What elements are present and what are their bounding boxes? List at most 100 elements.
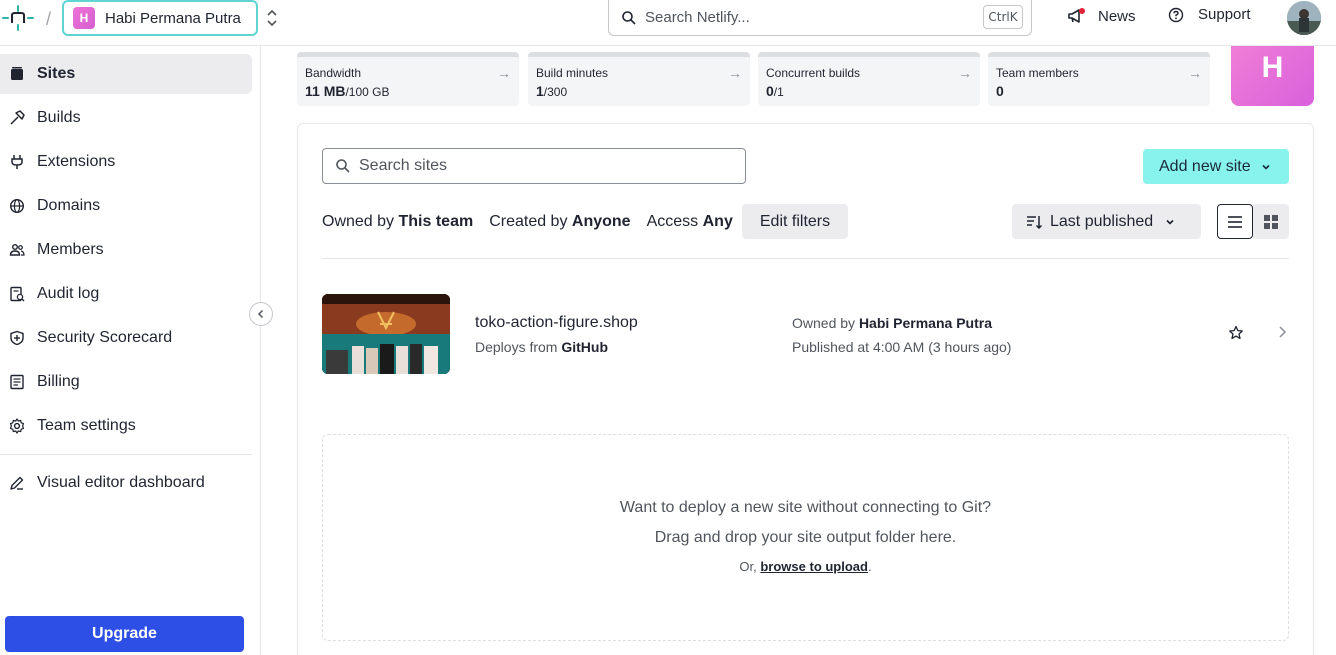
news-button[interactable]: News — [1066, 6, 1136, 26]
notification-dot — [1079, 8, 1085, 14]
filter-access[interactable]: Access Any — [647, 213, 733, 231]
chevron-up-down-icon[interactable] — [262, 6, 282, 30]
upgrade-button[interactable]: Upgrade — [5, 616, 244, 652]
list-icon — [1228, 215, 1242, 228]
sidebar-item-builds[interactable]: Builds — [0, 98, 252, 138]
sidebar-item-sites[interactable]: Sites — [0, 54, 252, 94]
drop-zone-alternative: Or, browse to upload. — [739, 559, 872, 574]
grid-view-toggle[interactable] — [1253, 204, 1289, 239]
sidebar-item-audit-log[interactable]: Audit log — [0, 274, 252, 314]
sidebar-item-label: Team settings — [37, 417, 136, 434]
search-icon — [622, 10, 636, 25]
arrow-right-icon: → — [958, 65, 972, 81]
usage-value: 11 MB/100 GB — [305, 83, 390, 99]
site-name[interactable]: toko-action-figure.shop — [475, 314, 638, 332]
site-thumbnail — [322, 294, 450, 374]
star-icon[interactable] — [1228, 325, 1244, 341]
team-name: Habi Permana Putra — [105, 9, 241, 27]
user-avatar[interactable] — [1287, 1, 1321, 35]
sidebar-item-label: Visual editor dashboard — [37, 474, 205, 491]
site-published-time: Published at 4:00 AM (3 hours ago) — [792, 339, 1012, 355]
arrow-right-icon: → — [728, 65, 742, 81]
arrow-right-icon: → — [497, 65, 511, 81]
gear-icon — [8, 417, 26, 435]
sidebar-item-label: Sites — [37, 65, 76, 82]
filter-created[interactable]: Created by Anyone — [489, 213, 630, 231]
members-icon — [8, 241, 26, 259]
sidebar-item-team-settings[interactable]: Team settings — [0, 406, 252, 446]
sidebar-item-members[interactable]: Members — [0, 230, 252, 270]
support-button[interactable]: Support — [1168, 6, 1251, 23]
sidebar-item-security-scorecard[interactable]: Security Scorecard — [0, 318, 252, 358]
sidebar-item-extensions[interactable]: Extensions — [0, 142, 252, 182]
sites-panel: Search sites Add new site Owned by This … — [297, 123, 1314, 655]
sort-dropdown[interactable]: Last published — [1012, 204, 1201, 239]
usage-card-build-minutes[interactable]: Build minutes 1/300 → — [528, 52, 750, 106]
help-circle-icon — [1168, 7, 1184, 22]
sidebar-item-label: Audit log — [37, 285, 100, 302]
chevron-right-icon[interactable] — [1277, 325, 1287, 339]
keyboard-shortcut-badge: CtrlK — [983, 5, 1023, 29]
site-deploy-source: Deploys from GitHub — [475, 339, 609, 355]
site-owner: Owned by Habi Permana Putra — [792, 315, 992, 331]
usage-value: 0/1 — [766, 83, 784, 99]
drop-zone-instructions: Drag and drop your site output folder he… — [654, 529, 957, 546]
netlify-logo-icon[interactable] — [2, 5, 34, 31]
collapse-sidebar-button[interactable] — [249, 302, 273, 326]
billing-icon — [8, 373, 26, 391]
filter-summary: Owned by This team Created by Anyone Acc… — [322, 204, 749, 240]
sidebar-item-label: Members — [37, 241, 104, 258]
chevron-down-icon — [1262, 164, 1270, 170]
usage-label: Bandwidth — [305, 66, 362, 80]
site-row[interactable]: toko-action-figure.shop Deploys from Git… — [322, 294, 1289, 374]
sidebar-item-domains[interactable]: Domains — [0, 186, 252, 226]
breadcrumb-separator: / — [46, 9, 52, 29]
arrow-right-icon: → — [1188, 65, 1202, 81]
audit-log-icon — [8, 285, 26, 303]
plug-icon — [8, 153, 26, 171]
filter-owned[interactable]: Owned by This team — [322, 213, 473, 231]
sidebar-item-label: Domains — [37, 197, 101, 214]
megaphone-icon — [1066, 6, 1088, 26]
sidebar-item-visual-editor-dashboard[interactable]: Visual editor dashboard — [0, 463, 252, 503]
sort-icon — [1027, 215, 1043, 229]
pencil-icon — [8, 474, 26, 492]
list-view-toggle[interactable] — [1217, 204, 1253, 239]
sidebar-item-label: Extensions — [37, 153, 116, 170]
panel-divider — [322, 258, 1289, 259]
sidebar-item-label: Billing — [37, 373, 80, 390]
support-label: Support — [1198, 6, 1251, 23]
browse-to-upload-link[interactable]: browse to upload — [760, 559, 868, 574]
news-label: News — [1098, 7, 1136, 25]
hammer-icon — [8, 109, 26, 127]
chevron-down-icon — [1166, 219, 1174, 225]
search-icon — [336, 159, 350, 173]
add-new-site-button[interactable]: Add new site — [1143, 149, 1289, 184]
top-bar: / H Habi Permana Putra Search Netlify...… — [0, 0, 1336, 46]
search-placeholder: Search Netlify... — [645, 9, 750, 26]
sidebar-divider — [0, 454, 252, 455]
edit-filters-button[interactable]: Edit filters — [742, 204, 848, 239]
chevron-left-icon — [257, 309, 264, 319]
team-avatar-large: H — [1231, 46, 1314, 106]
sidebar-item-label: Security Scorecard — [37, 329, 173, 346]
sidebar-item-billing[interactable]: Billing — [0, 362, 252, 402]
sites-icon — [8, 65, 26, 83]
usage-label: Concurrent builds — [766, 66, 861, 80]
usage-value: 1/300 — [536, 83, 568, 99]
globe-icon — [8, 197, 26, 215]
deploy-drop-zone[interactable]: Want to deploy a new site without connec… — [322, 434, 1289, 641]
global-search-input[interactable]: Search Netlify... CtrlK — [608, 0, 1032, 36]
usage-label: Team members — [996, 66, 1079, 80]
usage-card-team-members[interactable]: Team members 0 → — [988, 52, 1210, 106]
drop-zone-heading: Want to deploy a new site without connec… — [619, 499, 992, 516]
sidebar: Sites Builds Extensions Domains Members … — [0, 46, 261, 655]
usage-card-concurrent-builds[interactable]: Concurrent builds 0/1 → — [758, 52, 980, 106]
sidebar-item-label: Builds — [37, 109, 81, 126]
usage-card-bandwidth[interactable]: Bandwidth 11 MB/100 GB → — [297, 52, 519, 106]
search-sites-input[interactable]: Search sites — [322, 148, 746, 184]
team-avatar: H — [73, 7, 95, 29]
usage-label: Build minutes — [536, 66, 609, 80]
team-switcher[interactable]: H Habi Permana Putra — [62, 0, 258, 36]
usage-value: 0 — [996, 83, 1004, 99]
